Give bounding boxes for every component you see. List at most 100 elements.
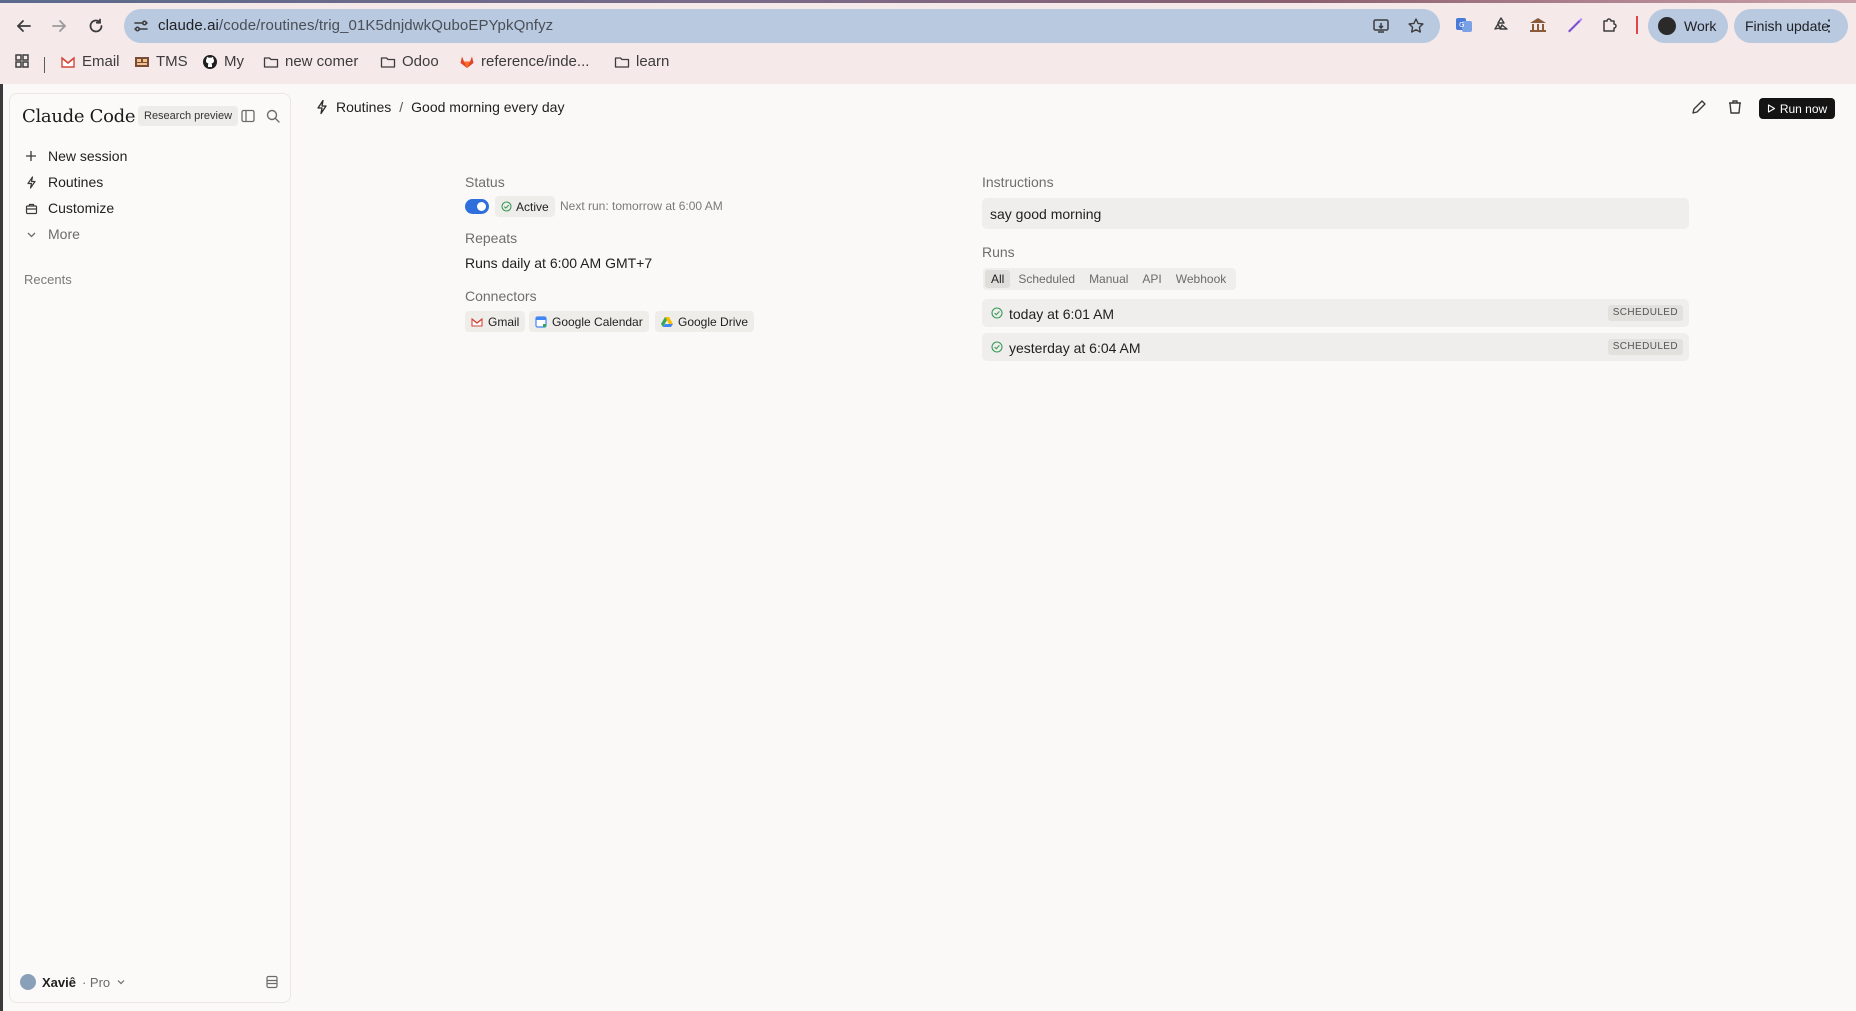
bookmark-reference[interactable]: reference/inde... bbox=[459, 53, 589, 70]
tab-scheduled[interactable]: Scheduled bbox=[1012, 270, 1081, 288]
research-preview-badge: Research preview bbox=[138, 106, 239, 126]
run-time: today at 6:01 AM bbox=[1009, 306, 1115, 322]
connector-gmail: Gmail bbox=[465, 311, 526, 332]
layout-panel-icon[interactable] bbox=[264, 974, 280, 990]
tab-api[interactable]: API bbox=[1136, 270, 1167, 288]
apps-grid-button[interactable] bbox=[14, 53, 30, 69]
breadcrumb: Routines / Good morning every day bbox=[314, 99, 564, 115]
brand-title[interactable]: Claude Code bbox=[22, 106, 136, 127]
bookmark-odoo[interactable]: Odoo bbox=[380, 53, 439, 70]
user-menu[interactable]: Xaviê · Pro bbox=[20, 974, 126, 990]
folder-icon bbox=[263, 56, 279, 68]
bookmarks-divider bbox=[44, 57, 45, 73]
connector-google-calendar: Google Calendar bbox=[529, 311, 649, 332]
nav-label: New session bbox=[48, 148, 128, 164]
tms-icon bbox=[135, 56, 149, 67]
bookmark-new-comer[interactable]: new comer bbox=[263, 53, 358, 70]
profile-label: Work bbox=[1684, 18, 1717, 34]
profile-avatar bbox=[1658, 17, 1676, 35]
breadcrumb-routines[interactable]: Routines bbox=[336, 99, 391, 115]
bookmark-label: reference/inde... bbox=[481, 53, 590, 70]
reload-button[interactable] bbox=[84, 14, 108, 38]
extensions-puzzle-icon[interactable] bbox=[1600, 15, 1620, 35]
user-name: Xaviê bbox=[42, 974, 76, 990]
folder-icon bbox=[614, 56, 630, 68]
run-type-badge: SCHEDULED bbox=[1607, 305, 1683, 321]
finish-update-button[interactable]: Finish update ⋮ bbox=[1734, 9, 1848, 43]
recycle-extension-icon[interactable] bbox=[1491, 15, 1511, 35]
toolbar-divider bbox=[1636, 16, 1638, 34]
chevron-down-icon bbox=[117, 980, 125, 985]
translate-extension-icon[interactable]: G bbox=[1454, 15, 1474, 35]
arrow-right-icon bbox=[52, 20, 67, 32]
site-settings-icon[interactable] bbox=[132, 17, 150, 35]
bookmark-label: TMS bbox=[156, 53, 188, 70]
routine-active-toggle[interactable] bbox=[465, 199, 489, 214]
reload-icon bbox=[89, 18, 103, 33]
profile-button[interactable]: Work bbox=[1648, 9, 1728, 43]
bookmark-tms[interactable]: TMS bbox=[134, 53, 188, 70]
github-icon bbox=[203, 54, 217, 69]
check-circle-icon bbox=[501, 201, 512, 212]
kebab-menu-icon: ⋮ bbox=[1821, 18, 1837, 35]
bookmark-label: My bbox=[224, 53, 244, 70]
run-row[interactable]: yesterday at 6:04 AM SCHEDULED bbox=[982, 333, 1689, 361]
run-now-label: Run now bbox=[1779, 101, 1828, 116]
tab-strip-edge bbox=[0, 0, 1856, 3]
nav-new-session[interactable]: New session bbox=[24, 145, 127, 167]
tab-webhook[interactable]: Webhook bbox=[1170, 270, 1232, 288]
back-button[interactable] bbox=[12, 14, 36, 38]
search-icon[interactable] bbox=[265, 108, 281, 124]
arrow-left-icon bbox=[16, 20, 31, 32]
google-calendar-icon bbox=[535, 315, 547, 328]
run-row[interactable]: today at 6:01 AM SCHEDULED bbox=[982, 299, 1689, 327]
run-time: yesterday at 6:04 AM bbox=[1009, 340, 1141, 356]
toggle-sidebar-icon[interactable] bbox=[240, 108, 256, 124]
play-icon bbox=[1767, 104, 1775, 113]
bookmark-learn[interactable]: learn bbox=[614, 53, 669, 70]
next-run-text: Next run: tomorrow at 6:00 AM bbox=[560, 199, 723, 213]
routine-icon bbox=[24, 175, 38, 189]
tab-all[interactable]: All bbox=[985, 270, 1011, 288]
gitlab-icon bbox=[460, 56, 474, 68]
folder-icon bbox=[380, 56, 396, 68]
address-bar[interactable]: claude.ai/code/routines/trig_01K5dnjdwkQ… bbox=[124, 9, 1440, 43]
runs-heading: Runs bbox=[982, 244, 1015, 260]
runs-filter-tabs: All Scheduled Manual API Webhook bbox=[983, 268, 1237, 290]
window-left-edge bbox=[0, 84, 3, 1011]
page-title: Good morning every day bbox=[411, 99, 565, 115]
museum-extension-icon[interactable] bbox=[1528, 15, 1548, 35]
url-text: claude.ai/code/routines/trig_01K5dnjdwkQ… bbox=[158, 17, 554, 34]
svg-text:G: G bbox=[1459, 21, 1464, 29]
nav-routines[interactable]: Routines bbox=[24, 171, 103, 193]
tab-manual[interactable]: Manual bbox=[1083, 270, 1134, 288]
nav-label: Routines bbox=[48, 174, 104, 190]
toggle-knob bbox=[477, 202, 486, 211]
trash-icon[interactable] bbox=[1726, 98, 1744, 116]
install-app-icon[interactable] bbox=[1372, 17, 1390, 35]
bookmark-label: learn bbox=[636, 53, 670, 70]
google-drive-icon bbox=[661, 316, 673, 327]
nav-more[interactable]: More bbox=[24, 223, 80, 245]
browser-chrome: claude.ai/code/routines/trig_01K5dnjdwkQ… bbox=[0, 0, 1856, 84]
bookmark-star-icon[interactable] bbox=[1407, 17, 1425, 35]
breadcrumb-separator: / bbox=[399, 99, 404, 115]
nav-customize[interactable]: Customize bbox=[24, 197, 114, 219]
bookmark-my[interactable]: My bbox=[202, 53, 244, 70]
bookmark-label: Odoo bbox=[402, 53, 439, 70]
instructions-box: say good morning bbox=[982, 198, 1689, 229]
run-now-button[interactable]: Run now bbox=[1759, 98, 1835, 119]
nav-label: Customize bbox=[48, 200, 115, 216]
pen-extension-icon[interactable] bbox=[1564, 15, 1584, 35]
status-heading: Status bbox=[465, 174, 505, 190]
user-tier: · Pro bbox=[81, 974, 111, 990]
instructions-heading: Instructions bbox=[982, 174, 1054, 190]
edit-pencil-icon[interactable] bbox=[1690, 98, 1708, 116]
forward-button[interactable] bbox=[47, 14, 71, 38]
apps-grid-icon bbox=[15, 54, 29, 68]
run-type-badge: SCHEDULED bbox=[1607, 339, 1683, 355]
bookmark-label: new comer bbox=[285, 53, 359, 70]
gmail-icon bbox=[61, 56, 75, 68]
connector-label: Gmail bbox=[488, 314, 520, 329]
bookmark-email[interactable]: Email bbox=[60, 53, 120, 70]
